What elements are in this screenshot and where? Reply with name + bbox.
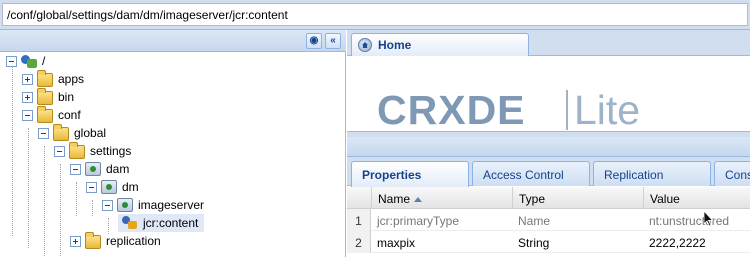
collapse-node-icon[interactable]: [54, 145, 65, 157]
repository-tree: / apps bin conf global settings dam dm imageserv…: [0, 52, 346, 257]
expand-icon[interactable]: [70, 235, 81, 247]
tree-node-replication[interactable]: replication: [70, 232, 161, 250]
property-type: String: [518, 236, 550, 250]
folder-icon: [53, 124, 69, 141]
node-icon: [117, 198, 133, 212]
node-icon: [85, 162, 101, 176]
tree-node-global[interactable]: global: [38, 124, 106, 142]
collapse-node-icon[interactable]: [6, 55, 17, 67]
property-value: 2222,2222: [649, 236, 706, 250]
collapse-node-icon[interactable]: [38, 127, 49, 139]
collapse-icon[interactable]: «: [325, 33, 341, 49]
property-name: jcr:primaryType: [377, 214, 460, 228]
tree-node-label: global: [74, 126, 107, 140]
tree-node-label: jcr:content: [143, 216, 199, 230]
tree-node-label: conf: [58, 108, 81, 122]
repository-tree-panel: ◉ « / apps bin conf global settings dam dm image…: [0, 30, 346, 257]
tab-properties[interactable]: Properties: [351, 161, 469, 187]
column-header-name[interactable]: Name: [371, 187, 512, 209]
tree-node-label: bin: [58, 90, 75, 104]
collapse-node-icon[interactable]: [22, 109, 33, 121]
tree-node-label: apps: [58, 72, 85, 86]
tab-replication[interactable]: Replication: [593, 161, 711, 186]
repository-root-icon: [21, 54, 37, 68]
tree-node-label: imageserver: [138, 198, 205, 212]
tree-node-bin[interactable]: bin: [22, 88, 74, 106]
node-icon: [101, 180, 117, 194]
tree-node-apps[interactable]: apps: [22, 70, 84, 88]
binoculars-icon[interactable]: ◉: [306, 33, 322, 49]
property-name: maxpix: [377, 236, 416, 250]
editor-tabbar: Home: [347, 30, 750, 56]
collapse-node-icon[interactable]: [102, 199, 113, 211]
content-node-icon: [122, 216, 138, 230]
folder-icon: [69, 142, 85, 159]
tree-node-settings[interactable]: settings: [54, 142, 131, 160]
table-row[interactable]: 1 jcr:primaryType Name nt:unstructured: [347, 209, 750, 231]
folder-icon: [37, 106, 53, 123]
folder-icon: [37, 88, 53, 105]
tree-node-label: settings: [90, 144, 132, 158]
home-icon: [358, 38, 372, 52]
expand-icon[interactable]: [22, 91, 33, 103]
address-bar: /conf/global/settings/dam/dm/imageserver…: [0, 0, 750, 30]
column-header-value[interactable]: Value: [643, 187, 750, 209]
properties-tabbar: Properties Access Control Replication Co…: [347, 157, 750, 187]
grid-header-num: [347, 187, 371, 209]
properties-grid: Name Type Value 1 jcr:primaryType Name n…: [347, 187, 750, 257]
folder-icon: [85, 232, 101, 249]
logo-divider: [566, 90, 568, 130]
collapse-node-icon[interactable]: [70, 163, 81, 175]
sort-ascending-icon: [414, 197, 423, 202]
path-input[interactable]: /conf/global/settings/dam/dm/imageserver…: [2, 3, 748, 26]
tab-home-label: Home: [378, 38, 412, 52]
tab-home[interactable]: Home: [351, 33, 529, 56]
expand-icon[interactable]: [22, 73, 33, 85]
tree-node-jcr-content[interactable]: jcr:content: [118, 214, 205, 232]
table-row[interactable]: 2 maxpix String 2222,2222: [347, 231, 750, 253]
column-header-type[interactable]: Type: [512, 187, 643, 209]
property-value: nt:unstructured: [649, 214, 730, 228]
tree-node-dam[interactable]: dam: [70, 160, 129, 178]
editor-panel: Home CRXDE Lite Properties Access Contro…: [347, 30, 750, 257]
folder-icon: [37, 70, 53, 87]
collapse-node-icon[interactable]: [86, 181, 97, 193]
tree-node-conf[interactable]: conf: [22, 106, 81, 124]
row-number: 1: [347, 209, 371, 231]
tree-node-label: /: [42, 54, 46, 68]
tree-node-label: replication: [106, 234, 161, 248]
row-number: 2: [347, 231, 371, 253]
mouse-cursor-icon: [704, 211, 714, 227]
tab-console[interactable]: Cons: [714, 161, 750, 186]
tree-node-label: dam: [106, 162, 130, 176]
tree-node-imageserver[interactable]: imageserver: [102, 196, 204, 214]
property-type: Name: [518, 214, 551, 228]
tab-access-control[interactable]: Access Control: [472, 161, 590, 186]
grid-header: Name Type Value: [347, 187, 750, 209]
tree-panel-header: ◉ «: [0, 30, 346, 52]
logo-crxde-text: CRXDE: [377, 87, 526, 133]
tree-node-dm[interactable]: dm: [86, 178, 139, 196]
tree-node-label: dm: [122, 180, 139, 194]
column-header-name-label: Name: [378, 192, 411, 206]
properties-panel-header: [347, 137, 750, 157]
logo-lite-text: Lite: [574, 87, 641, 133]
tree-node-[interactable]: /: [6, 52, 45, 70]
